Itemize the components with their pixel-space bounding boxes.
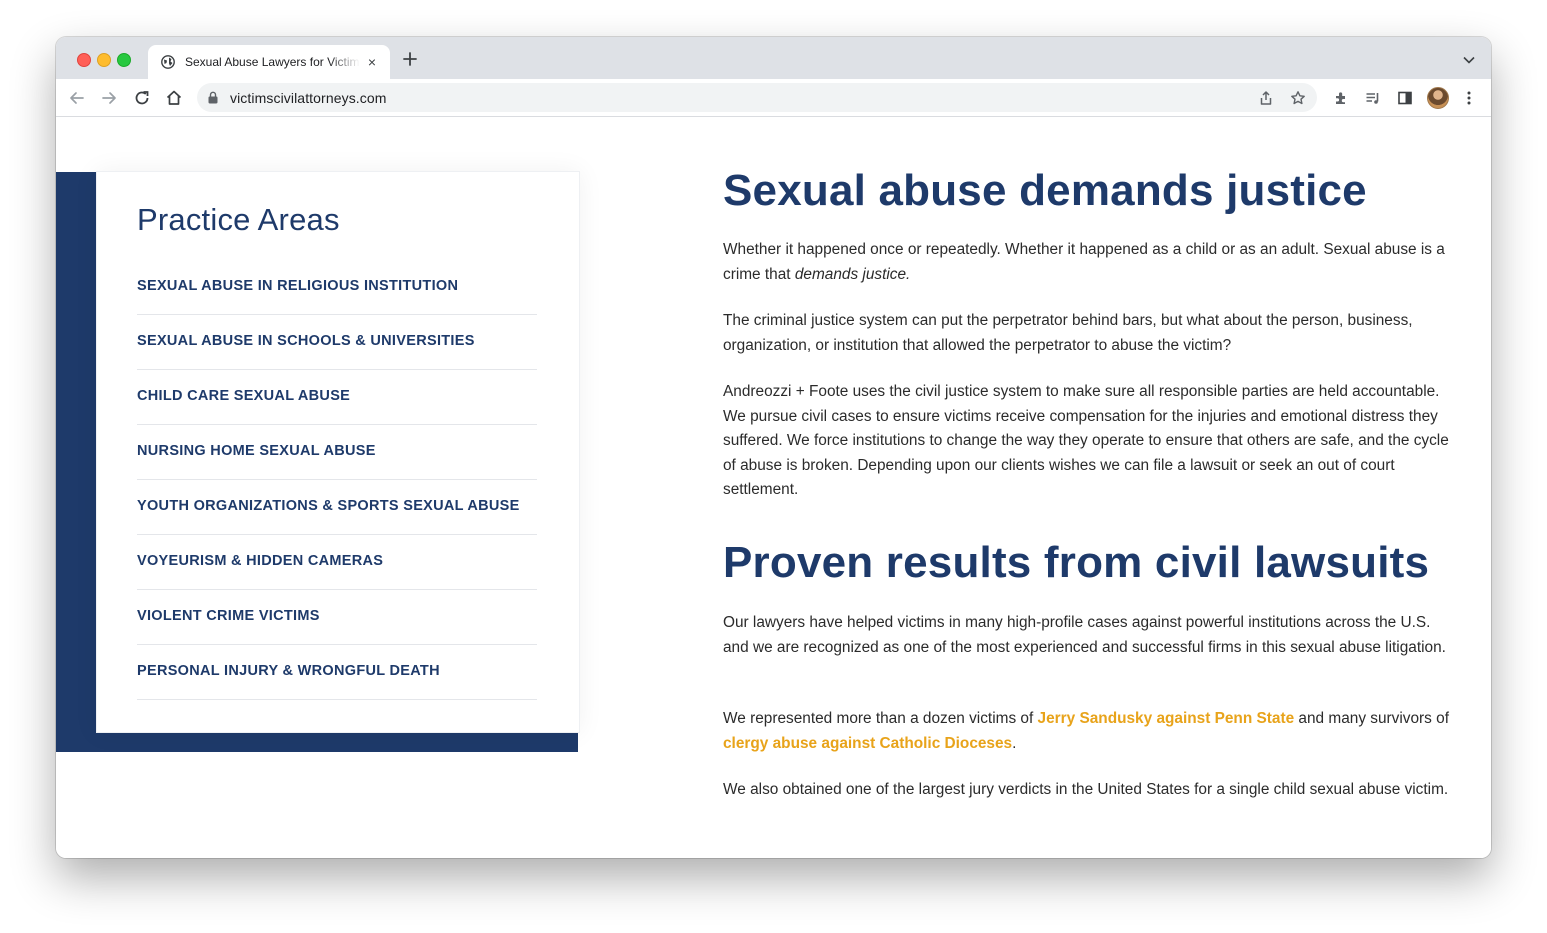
browser-tab[interactable]: Sexual Abuse Lawyers for Victims ×	[148, 45, 390, 79]
bookmark-star-icon[interactable]	[1290, 90, 1306, 106]
practice-areas-title: Practice Areas	[137, 202, 340, 237]
jury-verdict-paragraph: We also obtained one of the largest jury…	[723, 781, 1449, 798]
sandusky-penn-state-link[interactable]: Jerry Sandusky against Penn State	[1038, 710, 1295, 727]
civil-justice-paragraph: Andreozzi + Foote uses the civil justice…	[723, 383, 1449, 498]
share-icon[interactable]	[1258, 90, 1274, 106]
practice-item: CHILD CARE SEXUAL ABUSE	[137, 370, 537, 425]
practice-link-youth-sports[interactable]: YOUTH ORGANIZATIONS & SPORTS SEXUAL ABUS…	[137, 498, 520, 514]
practice-item: VIOLENT CRIME VICTIMS	[137, 590, 537, 645]
media-queue-icon[interactable]	[1365, 90, 1381, 106]
reload-icon[interactable]	[133, 89, 151, 107]
minimize-window-button[interactable]	[97, 53, 111, 67]
practice-link-child-care[interactable]: CHILD CARE SEXUAL ABUSE	[137, 388, 350, 404]
globe-icon	[161, 55, 175, 69]
practice-item: SEXUAL ABUSE IN SCHOOLS & UNIVERSITIES	[137, 315, 537, 370]
clergy-abuse-link[interactable]: clergy abuse against Catholic Dioceses	[723, 735, 1012, 752]
extensions-icon[interactable]	[1333, 90, 1349, 106]
web-page: Practice Areas SEXUAL ABUSE IN RELIGIOUS…	[56, 117, 1491, 858]
back-arrow-icon[interactable]	[68, 89, 86, 107]
tab-title: Sexual Abuse Lawyers for Victims	[185, 55, 360, 69]
browser-toolbar: victimscivilattorneys.com	[56, 79, 1491, 117]
practice-link-schools-universities[interactable]: SEXUAL ABUSE IN SCHOOLS & UNIVERSITIES	[137, 333, 475, 349]
close-window-button[interactable]	[77, 53, 91, 67]
url-text[interactable]: victimscivilattorneys.com	[230, 90, 387, 106]
address-bar[interactable]: victimscivilattorneys.com	[197, 83, 1317, 112]
more-menu-icon[interactable]	[1461, 90, 1477, 106]
practice-link-nursing-home[interactable]: NURSING HOME SEXUAL ABUSE	[137, 443, 376, 459]
browser-window: Sexual Abuse Lawyers for Victims × victi…	[56, 37, 1491, 858]
practice-link-personal-injury[interactable]: PERSONAL INJURY & WRONGFUL DEATH	[137, 663, 440, 679]
practice-item: PERSONAL INJURY & WRONGFUL DEATH	[137, 645, 537, 700]
side-panel-icon[interactable]	[1397, 90, 1413, 106]
maximize-window-button[interactable]	[117, 53, 131, 67]
practice-link-violent-crime[interactable]: VIOLENT CRIME VICTIMS	[137, 608, 320, 624]
high-profile-paragraph: Our lawyers have helped victims in many …	[723, 614, 1446, 656]
intro-paragraph: Whether it happened once or repeatedly. …	[723, 238, 1458, 287]
main-heading: Sexual abuse demands justice	[723, 166, 1367, 215]
profile-avatar[interactable]	[1427, 87, 1449, 109]
criminal-justice-paragraph: The criminal justice system can put the …	[723, 312, 1413, 354]
represented-text: .	[1012, 734, 1017, 752]
practice-areas-list: SEXUAL ABUSE IN RELIGIOUS INSTITUTION SE…	[137, 260, 537, 700]
represented-paragraph: We represented more than a dozen victims…	[723, 707, 1458, 756]
close-tab-icon[interactable]: ×	[366, 55, 378, 69]
new-tab-icon[interactable]	[402, 51, 418, 67]
practice-areas-card: Practice Areas SEXUAL ABUSE IN RELIGIOUS…	[96, 171, 580, 733]
represented-text: and many survivors of	[1294, 710, 1449, 727]
intro-emphasis: demands justice.	[794, 265, 911, 283]
home-icon[interactable]	[165, 89, 183, 107]
practice-link-religious-institution[interactable]: SEXUAL ABUSE IN RELIGIOUS INSTITUTION	[137, 278, 458, 294]
forward-arrow-icon[interactable]	[100, 89, 118, 107]
practice-item: VOYEURISM & HIDDEN CAMERAS	[137, 535, 537, 590]
practice-item: YOUTH ORGANIZATIONS & SPORTS SEXUAL ABUS…	[137, 480, 537, 535]
chevron-down-icon[interactable]	[1462, 55, 1476, 65]
practice-item: NURSING HOME SEXUAL ABUSE	[137, 425, 537, 480]
results-heading: Proven results from civil lawsuits	[723, 538, 1430, 587]
tab-strip: Sexual Abuse Lawyers for Victims ×	[56, 37, 1491, 79]
represented-text: We represented more than a dozen victims…	[723, 710, 1038, 727]
practice-link-voyeurism[interactable]: VOYEURISM & HIDDEN CAMERAS	[137, 553, 383, 569]
lock-icon[interactable]	[208, 91, 218, 104]
practice-item: SEXUAL ABUSE IN RELIGIOUS INSTITUTION	[137, 260, 537, 315]
